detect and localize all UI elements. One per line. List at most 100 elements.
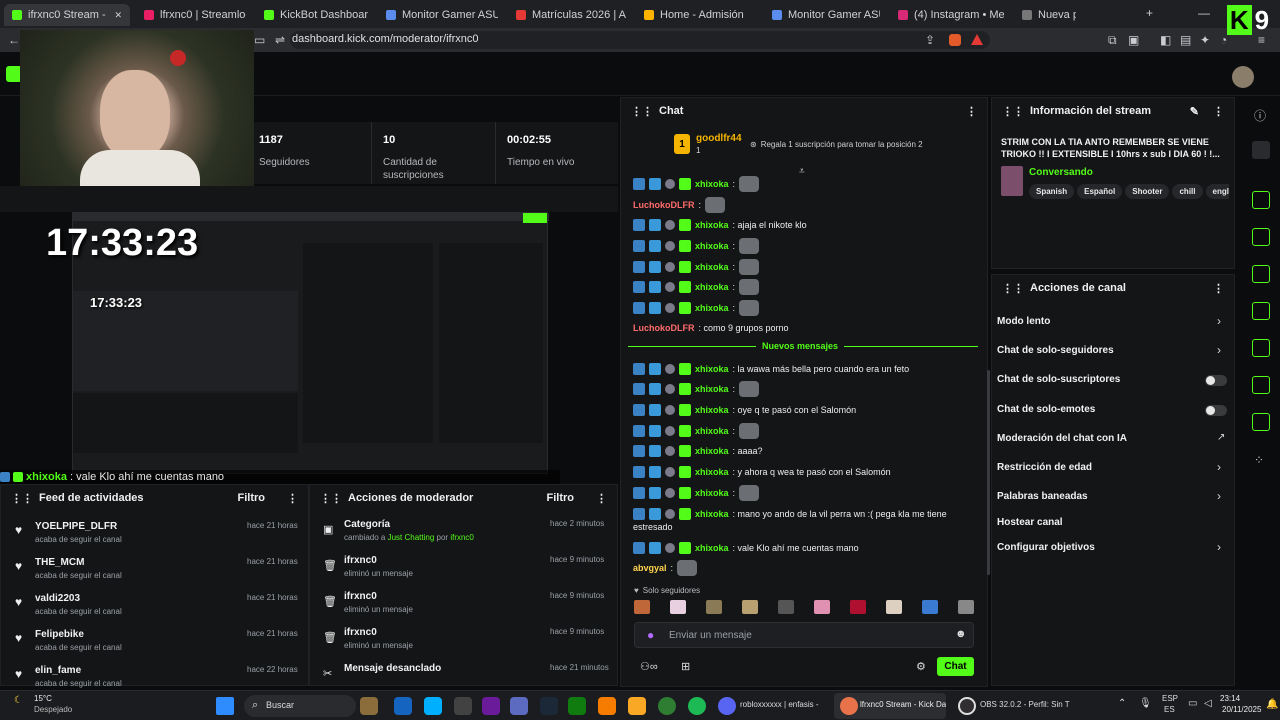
taskbar-app-obs[interactable]: OBS 32.0.2 - Perfil: Sin T: [980, 700, 1070, 709]
brave-shield-icon[interactable]: [949, 34, 961, 46]
more-icon[interactable]: ⋮: [1213, 105, 1224, 118]
tool-icon-1[interactable]: [1252, 191, 1270, 209]
chat-username[interactable]: xhixoka: [695, 467, 729, 477]
emoji-icon[interactable]: ☻: [955, 628, 967, 640]
list-icon[interactable]: [1252, 376, 1270, 394]
wrench-icon[interactable]: [1252, 413, 1270, 431]
drag-handle-icon[interactable]: ⋮⋮: [11, 492, 33, 505]
document-icon[interactable]: [1252, 265, 1270, 283]
gear-icon[interactable]: ⚙: [916, 660, 926, 673]
category-name[interactable]: Conversando: [1029, 167, 1093, 178]
language-sub[interactable]: ES: [1164, 705, 1175, 714]
chat-username[interactable]: xhixoka: [695, 364, 729, 374]
tag-chip[interactable]: chill: [1172, 184, 1203, 199]
taskbar-app-roblox[interactable]: robloxxxxxx | enfasis -: [740, 700, 830, 709]
emote-icon[interactable]: [742, 600, 758, 614]
gifter-name[interactable]: goodlfr44: [696, 133, 742, 144]
channel-action-item[interactable]: Chat de solo-emotes: [997, 404, 1095, 415]
chat-scrollbar[interactable]: [987, 370, 990, 575]
extension-icon[interactable]: ⧉: [1108, 33, 1117, 48]
add-widget-icon[interactable]: ⁘: [1254, 453, 1264, 467]
chat-username[interactable]: abvgyal: [633, 563, 667, 573]
taskbar-app-icon[interactable]: [394, 697, 412, 715]
minimize-button[interactable]: —: [1198, 6, 1210, 20]
broadcast-icon[interactable]: [1252, 339, 1270, 357]
more-icon[interactable]: ⋮: [966, 105, 977, 118]
site-info-icon[interactable]: ⇌: [275, 33, 285, 47]
browser-tab[interactable]: Monitor Gamer ASUS TUF: [378, 4, 506, 26]
drag-handle-icon[interactable]: ⋮⋮: [320, 492, 342, 505]
taskbar-app-icon[interactable]: [510, 697, 528, 715]
url-text[interactable]: dashboard.kick.com/moderator/ifrxnc0: [292, 33, 478, 45]
chevron-right-icon[interactable]: ›: [1217, 460, 1221, 474]
chat-message[interactable]: xhixoka: la wawa más bella pero cuando e…: [633, 362, 909, 376]
share-icon[interactable]: ⇪: [925, 33, 935, 47]
modaction-item[interactable]: ifrxnc0 eliminó un mensaje hace 9 minutos: [344, 591, 610, 614]
browser-tab[interactable]: (4) Instagram • Mensajes: [890, 4, 1012, 26]
chat-username[interactable]: xhixoka: [695, 488, 729, 498]
browser-tab[interactable]: Nueva pestaña: [1014, 4, 1084, 26]
category-link[interactable]: Just Chatting: [388, 533, 435, 542]
chevron-right-icon[interactable]: ›: [1217, 343, 1221, 357]
chat-message[interactable]: xhixoka:: [633, 238, 760, 254]
drag-handle-icon[interactable]: ⋮⋮: [631, 105, 653, 118]
mic-icon[interactable]: ●: [647, 628, 654, 642]
close-tab-icon[interactable]: ✕: [114, 10, 122, 21]
chat-username[interactable]: xhixoka: [695, 426, 729, 436]
chat-username[interactable]: LuchokoDLFR: [633, 323, 695, 333]
toggle-switch[interactable]: [1205, 405, 1227, 416]
activity-item[interactable]: valdi2203 acaba de seguir el canal hace 21…: [35, 593, 301, 616]
channel-action-item[interactable]: Modo lento: [997, 316, 1050, 327]
gift-box-icon[interactable]: ⊞: [681, 660, 690, 673]
modactions-filter-button[interactable]: Filtro: [547, 492, 575, 504]
chat-message[interactable]: xhixoka:: [633, 300, 760, 316]
obs-icon[interactable]: [958, 697, 976, 715]
chat-username[interactable]: xhixoka: [695, 509, 729, 519]
channel-action-item[interactable]: Palabras baneadas: [997, 491, 1088, 502]
chat-message[interactable]: xhixoka:: [633, 259, 760, 275]
tag-chip[interactable]: Spanish: [1029, 184, 1075, 199]
chevron-up-icon[interactable]: ⌃: [1118, 698, 1126, 709]
chat-settings-icon[interactable]: ⚇∞: [640, 660, 658, 673]
more-icon[interactable]: ⋮: [1213, 282, 1224, 295]
activity-item[interactable]: THE_MCM acaba de seguir el canal hace 21 h…: [35, 557, 301, 580]
back-icon[interactable]: ←: [8, 33, 20, 47]
chat-message[interactable]: xhixoka:: [633, 176, 760, 192]
chat-username[interactable]: xhixoka: [695, 282, 729, 292]
collapse-icon[interactable]: ⩡: [799, 166, 805, 177]
chat-message[interactable]: LuchokoDLFR:: [633, 197, 726, 213]
brave-icon[interactable]: [840, 697, 858, 715]
chat-username[interactable]: xhixoka: [695, 241, 729, 251]
activity-item[interactable]: elin_fame acaba de seguir el canal hace 22…: [35, 665, 301, 688]
tag-chip[interactable]: Shooter: [1125, 184, 1170, 199]
channel-action-item[interactable]: Chat de solo-seguidores: [997, 345, 1114, 356]
chat-username[interactable]: xhixoka: [695, 405, 729, 415]
weather-temp[interactable]: 15°C: [34, 694, 52, 703]
chat-message[interactable]: xhixoka: oye q te pasó con el Salomón: [633, 403, 856, 417]
chevron-right-icon[interactable]: ›: [1217, 540, 1221, 554]
browser-tab[interactable]: lfrxnc0 | Streamloots | Inte: [136, 4, 254, 26]
chat-message[interactable]: LuchokoDLFR: como 9 grupos porno: [633, 320, 789, 336]
panel-icon[interactable]: ◧: [1160, 33, 1171, 47]
windows-start-icon[interactable]: [216, 697, 234, 715]
browser-tab[interactable]: Matrículas 2026 | AIEP | Ca: [508, 4, 634, 26]
chat-message[interactable]: xhixoka: vale Klo ahí me cuentas mano: [633, 541, 859, 555]
emote-icon[interactable]: [814, 600, 830, 614]
modaction-item[interactable]: ifrxnc0 eliminó un mensaje hace 9 minutos: [344, 627, 610, 650]
drag-handle-icon[interactable]: ⋮⋮: [1002, 282, 1024, 295]
emote-icon[interactable]: [778, 600, 794, 614]
new-tab-button[interactable]: +: [1146, 6, 1153, 20]
browser-tab[interactable]: Home - Admisión: [636, 4, 762, 26]
chat-username[interactable]: xhixoka: [695, 262, 729, 272]
toggle-switch[interactable]: [1205, 375, 1227, 386]
chevron-right-icon[interactable]: ›: [1217, 314, 1221, 328]
network-icon[interactable]: ▭: [1188, 698, 1197, 709]
volume-icon[interactable]: ◁: [1204, 698, 1212, 709]
taskbar-app-kick[interactable]: lfrxnc0 Stream - Kick Da: [860, 700, 946, 709]
chat-message[interactable]: xhixoka: y ahora q wea te pasó con el Sa…: [633, 465, 891, 479]
modaction-item[interactable]: Mensaje desanclado hace 21 minutos: [344, 663, 610, 677]
weather-desc[interactable]: Despejado: [34, 705, 72, 714]
chat-message[interactable]: estresado: [633, 520, 673, 534]
emote-icon[interactable]: [634, 600, 650, 614]
emote-icon[interactable]: [958, 600, 974, 614]
